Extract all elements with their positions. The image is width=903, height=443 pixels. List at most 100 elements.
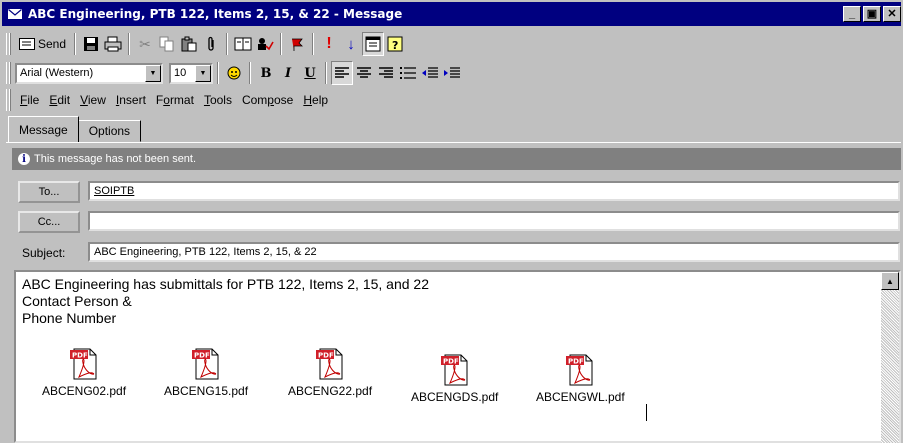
align-left-button[interactable] <box>331 61 353 85</box>
message-body[interactable]: ABC Engineering has submittals for PTB 1… <box>14 270 901 443</box>
menu-compose-label: ose <box>273 93 294 107</box>
attachment-item[interactable]: PDF ABCENGDS.pdf <box>411 352 498 404</box>
tab-options[interactable]: Options <box>77 120 142 142</box>
vertical-scrollbar[interactable]: ▲ <box>881 272 899 443</box>
cut-button[interactable]: ✂ <box>134 32 156 56</box>
tab-options-label: Options <box>88 124 131 138</box>
menu-edit[interactable]: Edit <box>44 93 75 107</box>
bullets-button[interactable] <box>397 61 419 85</box>
attachment-name: ABCENGDS.pdf <box>411 390 499 404</box>
chevron-down-icon[interactable]: ▼ <box>145 64 161 82</box>
separator <box>312 33 315 55</box>
attachment-name: ABCENG15.pdf <box>164 384 249 398</box>
attachment-item[interactable]: PDF ABCENG22.pdf <box>288 346 372 398</box>
minimize-button[interactable]: _ <box>843 6 861 22</box>
to-recipient[interactable]: SOIPTB <box>94 185 134 197</box>
align-center-button[interactable] <box>353 61 375 85</box>
tab-message-label: Message <box>19 122 68 137</box>
help-button[interactable]: ? <box>384 32 406 56</box>
menu-format-label: rmat <box>169 93 194 107</box>
maximize-icon: ▣ <box>866 7 878 20</box>
align-center-icon <box>357 67 371 78</box>
bold-icon: B <box>260 65 272 81</box>
menu-tools[interactable]: Tools <box>199 93 237 107</box>
importance-high-icon: ! <box>326 35 332 52</box>
body-line: Contact Person & <box>22 293 132 309</box>
to-field[interactable]: SOIPTB <box>88 181 900 201</box>
attachment-item[interactable]: PDF ABCENG15.pdf <box>164 346 248 398</box>
save-button[interactable] <box>80 32 102 56</box>
body-text: ABC Engineering has submittals for PTB 1… <box>22 276 429 327</box>
pdf-file-icon: PDF <box>440 354 468 386</box>
menu-format[interactable]: Format <box>151 93 199 107</box>
cc-button[interactable]: Cc... <box>18 211 80 233</box>
print-button[interactable] <box>102 32 124 56</box>
svg-text:PDF: PDF <box>318 352 334 360</box>
copy-button[interactable] <box>156 32 178 56</box>
info-bar: i This message has not been sent. <box>12 148 901 170</box>
send-button[interactable]: Send <box>15 32 70 56</box>
check-names-button[interactable] <box>254 32 276 56</box>
paste-icon <box>181 36 197 52</box>
decrease-indent-icon <box>422 67 438 78</box>
menu-view-key: V <box>80 93 88 107</box>
menu-compose[interactable]: Compose <box>237 93 298 107</box>
body-line: Phone Number <box>22 310 117 326</box>
attachment-item[interactable]: PDF ABCENGWL.pdf <box>536 352 625 404</box>
importance-high-button[interactable]: ! <box>318 32 340 56</box>
menu-insert[interactable]: Insert <box>111 93 151 107</box>
importance-low-button[interactable]: ↓ <box>340 32 362 56</box>
attachment-item[interactable]: PDF ABCENG02.pdf <box>42 346 126 398</box>
toolbar-grip[interactable] <box>6 33 11 55</box>
attach-button[interactable] <box>200 32 222 56</box>
svg-text:PDF: PDF <box>72 352 88 360</box>
flag-button[interactable] <box>286 32 308 56</box>
send-icon <box>19 38 35 50</box>
cc-field[interactable] <box>88 211 900 231</box>
to-button[interactable]: To... <box>18 181 80 203</box>
tab-message[interactable]: Message <box>8 116 79 142</box>
copy-icon <box>159 36 174 52</box>
align-right-button[interactable] <box>375 61 397 85</box>
font-color-button[interactable] <box>223 61 245 85</box>
address-book-button[interactable] <box>232 32 254 56</box>
pdf-file-icon: PDF <box>566 354 593 386</box>
menu-file-label: ile <box>27 93 40 107</box>
maximize-button[interactable]: ▣ <box>863 6 881 22</box>
separator <box>217 62 219 84</box>
menu-file[interactable]: File <box>15 93 44 107</box>
toolbar-grip[interactable] <box>6 62 11 84</box>
options-button[interactable] <box>362 32 385 56</box>
font-size-select[interactable]: 10 ▼ <box>169 62 213 84</box>
attachment-name: ABCENG22.pdf <box>288 384 373 398</box>
close-button[interactable]: ✕ <box>883 6 901 22</box>
separator <box>249 62 251 84</box>
menubar-grip[interactable] <box>6 89 11 111</box>
scroll-up-button[interactable]: ▲ <box>881 272 899 290</box>
title-bar[interactable]: ABC Engineering, PTB 122, Items 2, 15, &… <box>2 2 901 26</box>
menu-view[interactable]: View <box>75 93 111 107</box>
minimize-icon: _ <box>848 7 856 20</box>
underline-button[interactable]: U <box>299 61 321 85</box>
print-icon <box>104 36 122 52</box>
to-label: To... <box>38 186 60 198</box>
bold-button[interactable]: B <box>255 61 277 85</box>
svg-text:PDF: PDF <box>194 352 210 360</box>
font-select[interactable]: Arial (Western) ▼ <box>15 62 163 84</box>
font-color-icon <box>227 66 241 80</box>
separator <box>74 33 77 55</box>
chevron-down-icon[interactable]: ▼ <box>195 64 211 82</box>
increase-indent-icon <box>444 67 460 78</box>
align-right-icon <box>379 67 393 78</box>
menu-help[interactable]: Help <box>298 93 333 107</box>
decrease-indent-button[interactable] <box>419 61 441 85</box>
message-window: ABC Engineering, PTB 122, Items 2, 15, &… <box>0 0 903 443</box>
window-title: ABC Engineering, PTB 122, Items 2, 15, &… <box>28 7 403 21</box>
increase-indent-button[interactable] <box>441 61 463 85</box>
help-icon: ? <box>387 36 403 52</box>
paste-button[interactable] <box>178 32 200 56</box>
italic-button[interactable]: I <box>277 61 299 85</box>
separator <box>280 33 283 55</box>
subject-field[interactable]: ABC Engineering, PTB 122, Items 2, 15, &… <box>88 242 900 262</box>
menu-insert-label: nsert <box>119 93 146 107</box>
